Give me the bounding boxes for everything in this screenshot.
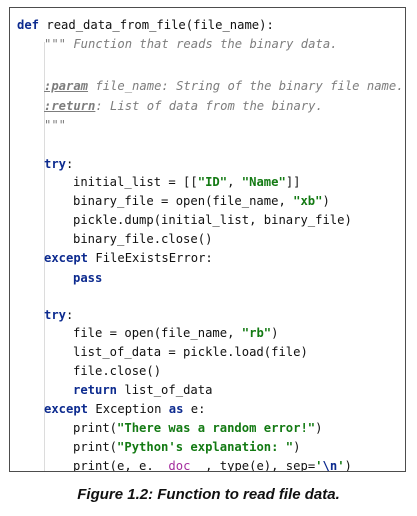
code-token: :return [44, 99, 96, 113]
code-token: FileExistsError: [88, 251, 213, 265]
code-token: print( [73, 440, 118, 454]
code-token: "There was a random error!" [117, 421, 316, 435]
code-token: "ID" [197, 175, 228, 189]
code-token: "xb" [293, 194, 323, 208]
code-token: \n [322, 459, 338, 472]
code-token: "Name" [241, 175, 286, 189]
code-token: print(e, e. [73, 459, 154, 472]
code-token: pass [73, 271, 103, 285]
code-line: print("Python's explanation: ") [73, 438, 300, 457]
code-token: file_name: String of the binary file nam… [88, 79, 404, 93]
code-token: read_data_from_file(file_name): [46, 18, 274, 32]
code-token: initial_list = [[ [73, 175, 198, 189]
code-token: __doc__ [153, 459, 206, 472]
code-line: def read_data_from_file(file_name): [17, 16, 274, 35]
code-token: : List of data from the binary. [95, 99, 323, 113]
code-token: list_of_data [117, 383, 213, 397]
code-token: ) [293, 440, 301, 454]
code-token: as [168, 402, 184, 416]
code-line: initial_list = [["ID", "Name"]] [73, 173, 301, 192]
code-line: binary_file.close() [73, 230, 212, 249]
code-token: file = open(file_name, [73, 326, 242, 340]
code-line: :param file_name: String of the binary f… [44, 77, 404, 96]
code-line: :return: List of data from the binary. [44, 97, 323, 116]
code-token: try [44, 157, 67, 171]
code-line: return list_of_data [73, 381, 212, 400]
code-token: """ [44, 118, 67, 132]
code-line: print(e, e.__doc__, type(e), sep='\n') [73, 457, 352, 472]
code-token: ) [315, 421, 323, 435]
code-token: binary_file = open(file_name, [73, 194, 294, 208]
code-token: ) [322, 194, 330, 208]
code-token: try [44, 308, 67, 322]
code-token: def [17, 18, 47, 32]
code-line: pickle.dump(initial_list, binary_file) [73, 211, 352, 230]
code-token: "Python's explanation: " [117, 440, 294, 454]
code-token: , [227, 175, 242, 189]
code-line: binary_file = open(file_name, "xb") [73, 192, 330, 211]
code-token: :param [44, 79, 89, 93]
code-line: try: [44, 306, 73, 325]
code-line: file = open(file_name, "rb") [73, 324, 278, 343]
code-token: except [44, 251, 89, 265]
code-token: pickle.dump(initial_list, binary_file) [73, 213, 352, 227]
figure-caption: Figure 1.2: Function to read file data. [77, 486, 340, 503]
code-token: file.close() [73, 364, 162, 378]
code-token: e: [183, 402, 206, 416]
code-token: print( [73, 421, 118, 435]
code-line: except Exception as e: [44, 400, 205, 419]
code-editor-panel: def read_data_from_file(file_name): """ F… [9, 7, 406, 472]
code-token: ' [337, 459, 345, 472]
code-line: list_of_data = pickle.load(file) [73, 343, 308, 362]
code-line: """ [44, 116, 66, 135]
code-token: except [44, 402, 89, 416]
code-token: , type(e), sep= [205, 459, 316, 472]
code-token: ) [344, 459, 352, 472]
code-token: ]] [285, 175, 301, 189]
code-token: binary_file.close() [73, 232, 213, 246]
code-line: try: [44, 155, 73, 174]
code-token: Exception [88, 402, 169, 416]
code-line: pass [73, 269, 102, 288]
code-token: ) [271, 326, 279, 340]
code-line: file.close() [73, 362, 161, 381]
code-token: : [66, 308, 74, 322]
code-token: return [73, 383, 118, 397]
code-line: except FileExistsError: [44, 249, 213, 268]
code-token: list_of_data = pickle.load(file) [73, 345, 308, 359]
code-line: """ Function that reads the binary data. [44, 35, 338, 54]
code-token: ' [315, 459, 323, 472]
code-line: print("There was a random error!") [73, 419, 323, 438]
code-token: : [66, 157, 74, 171]
code-token: "rb" [241, 326, 272, 340]
code-token: """ Function that reads the binary data. [44, 37, 338, 51]
